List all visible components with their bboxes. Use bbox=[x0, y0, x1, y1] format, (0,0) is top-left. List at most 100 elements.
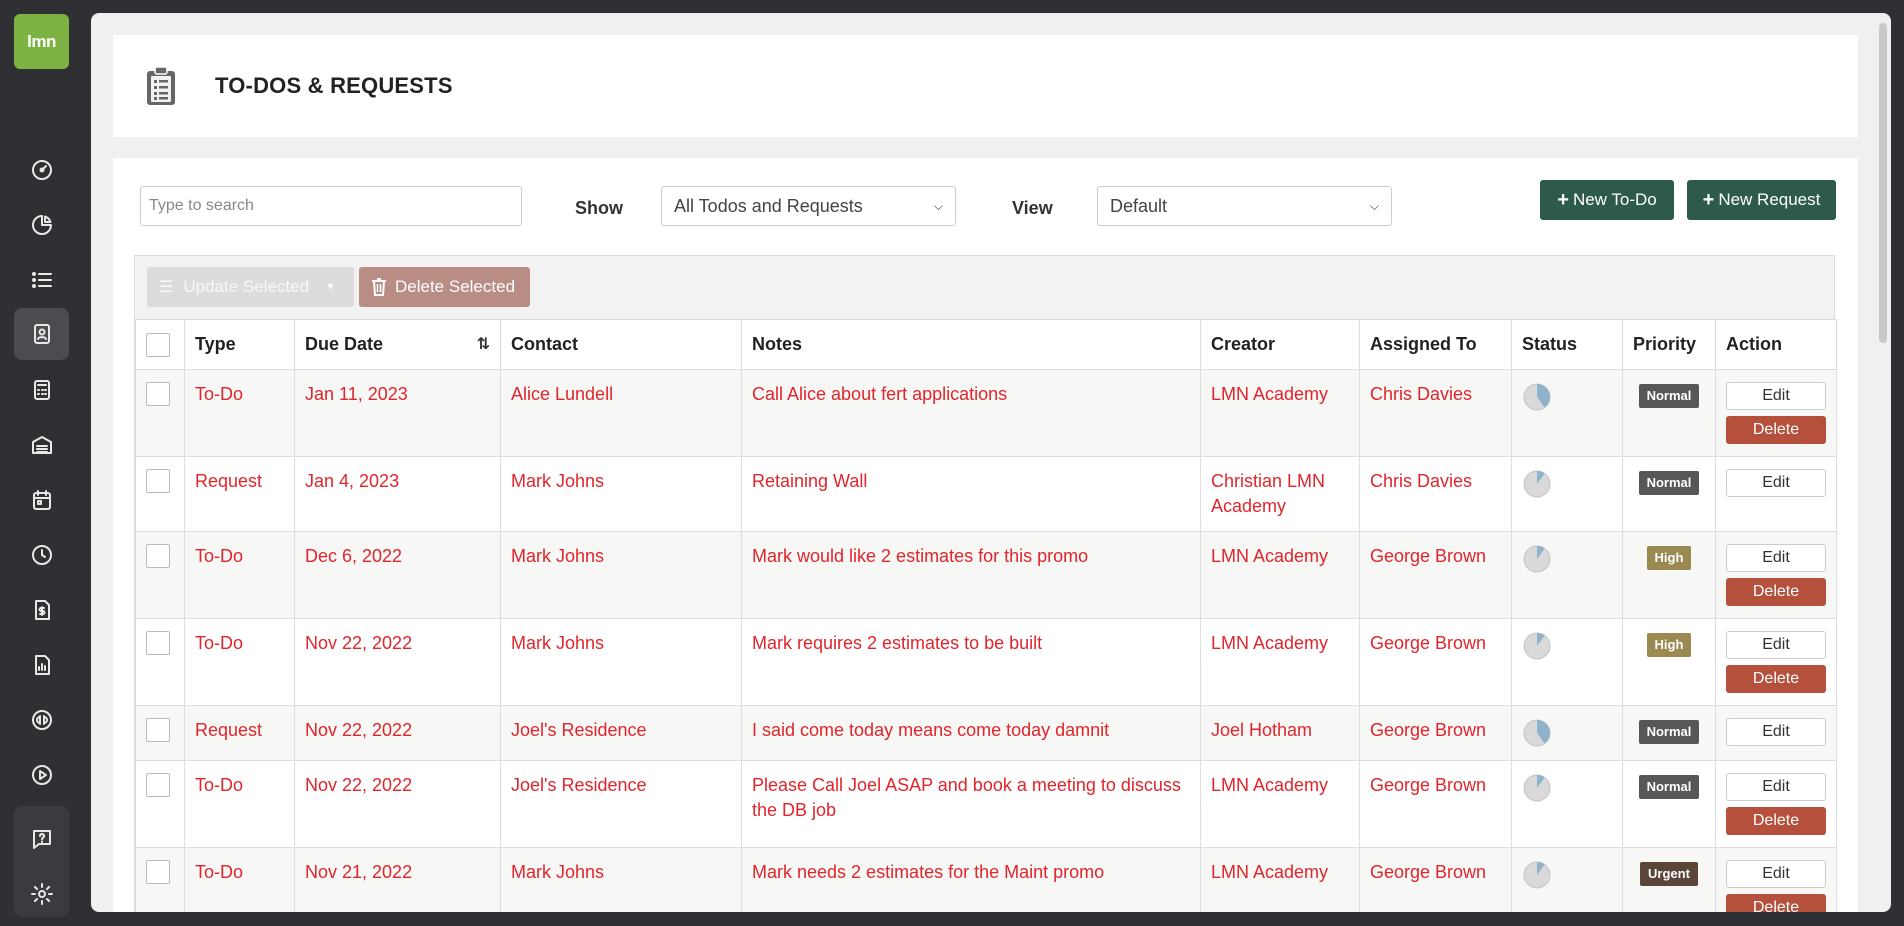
table-row[interactable]: To-Do Nov 21, 2022 Mark Johns Mark needs 2 … bbox=[135, 847, 1837, 912]
due-date-cell[interactable]: Nov 22, 2022 bbox=[294, 705, 501, 761]
assigned-to-cell[interactable]: Chris Davies bbox=[1359, 369, 1512, 457]
calculator-icon[interactable] bbox=[14, 364, 69, 416]
due-date-cell[interactable]: Nov 22, 2022 bbox=[294, 618, 501, 706]
type-cell[interactable]: Request bbox=[184, 705, 295, 761]
table-row[interactable]: To-Do Jan 11, 2023 Alice Lundell Call Alice… bbox=[135, 369, 1837, 457]
warehouse-icon[interactable] bbox=[14, 419, 69, 471]
notes-cell[interactable]: Mark would like 2 estimates for this pro… bbox=[741, 531, 1201, 619]
status-pie-icon[interactable] bbox=[1522, 544, 1552, 574]
notes-cell[interactable]: I said come today means come today damni… bbox=[741, 705, 1201, 761]
creator-cell[interactable]: LMN Academy bbox=[1200, 760, 1360, 848]
quickbooks-icon[interactable] bbox=[14, 694, 69, 746]
assigned-to-cell[interactable]: George Brown bbox=[1359, 531, 1512, 619]
notes-cell[interactable]: Mark needs 2 estimates for the Maint pro… bbox=[741, 847, 1201, 912]
new-request-button[interactable]: + New Request bbox=[1687, 180, 1836, 220]
settings-icon[interactable] bbox=[14, 868, 69, 920]
creator-cell[interactable]: LMN Academy bbox=[1200, 618, 1360, 706]
help-icon[interactable] bbox=[14, 813, 69, 865]
col-due-date[interactable]: Due Date ⇅ bbox=[294, 319, 501, 370]
assigned-to-cell[interactable]: Chris Davies bbox=[1359, 456, 1512, 532]
pie-chart-icon[interactable] bbox=[14, 199, 69, 251]
assigned-to-cell[interactable]: George Brown bbox=[1359, 705, 1512, 761]
due-date-cell[interactable]: Jan 11, 2023 bbox=[294, 369, 501, 457]
sort-ascending-icon[interactable]: ⇅ bbox=[477, 334, 490, 354]
row-checkbox[interactable] bbox=[146, 544, 170, 568]
status-pie-icon[interactable] bbox=[1522, 718, 1552, 748]
delete-button[interactable]: Delete bbox=[1726, 807, 1826, 835]
delete-selected-button[interactable]: Delete Selected bbox=[359, 267, 530, 307]
status-pie-icon[interactable] bbox=[1522, 631, 1552, 661]
edit-button[interactable]: Edit bbox=[1726, 544, 1826, 572]
creator-cell[interactable]: LMN Academy bbox=[1200, 369, 1360, 457]
assigned-to-cell[interactable]: George Brown bbox=[1359, 760, 1512, 848]
col-contact[interactable]: Contact bbox=[500, 319, 742, 370]
calendar-icon[interactable] bbox=[14, 474, 69, 526]
status-pie-icon[interactable] bbox=[1522, 773, 1552, 803]
lmn-logo[interactable]: lmn bbox=[14, 14, 69, 69]
col-assigned-to[interactable]: Assigned To bbox=[1359, 319, 1512, 370]
row-checkbox[interactable] bbox=[146, 631, 170, 655]
due-date-cell[interactable]: Nov 22, 2022 bbox=[294, 760, 501, 848]
contact-card-icon[interactable] bbox=[14, 308, 69, 360]
contact-cell[interactable]: Mark Johns bbox=[500, 618, 742, 706]
type-cell[interactable]: To-Do bbox=[184, 760, 295, 848]
row-checkbox[interactable] bbox=[146, 718, 170, 742]
type-cell[interactable]: To-Do bbox=[184, 531, 295, 619]
delete-button[interactable]: Delete bbox=[1726, 894, 1826, 912]
row-checkbox[interactable] bbox=[146, 773, 170, 797]
col-creator[interactable]: Creator bbox=[1200, 319, 1360, 370]
show-select[interactable]: All Todos and Requests ⌵ bbox=[661, 186, 956, 226]
due-date-cell[interactable]: Jan 4, 2023 bbox=[294, 456, 501, 532]
list-icon[interactable] bbox=[14, 254, 69, 306]
due-date-cell[interactable]: Nov 21, 2022 bbox=[294, 847, 501, 912]
row-checkbox[interactable] bbox=[146, 469, 170, 493]
col-priority[interactable]: Priority bbox=[1622, 319, 1716, 370]
status-pie-icon[interactable] bbox=[1522, 382, 1552, 412]
row-checkbox[interactable] bbox=[146, 382, 170, 406]
search-input[interactable] bbox=[140, 186, 522, 226]
delete-button[interactable]: Delete bbox=[1726, 665, 1826, 693]
col-notes[interactable]: Notes bbox=[741, 319, 1201, 370]
due-date-cell[interactable]: Dec 6, 2022 bbox=[294, 531, 501, 619]
delete-button[interactable]: Delete bbox=[1726, 416, 1826, 444]
contact-cell[interactable]: Mark Johns bbox=[500, 456, 742, 532]
scrollbar[interactable] bbox=[1879, 23, 1887, 343]
status-pie-icon[interactable] bbox=[1522, 860, 1552, 890]
notes-cell[interactable]: Retaining Wall bbox=[741, 456, 1201, 532]
type-cell[interactable]: To-Do bbox=[184, 847, 295, 912]
update-selected-button[interactable]: ☰ Update Selected ▼ bbox=[147, 267, 354, 307]
type-cell[interactable]: To-Do bbox=[184, 618, 295, 706]
edit-button[interactable]: Edit bbox=[1726, 860, 1826, 888]
creator-cell[interactable]: LMN Academy bbox=[1200, 847, 1360, 912]
col-status[interactable]: Status bbox=[1511, 319, 1623, 370]
creator-cell[interactable]: LMN Academy bbox=[1200, 531, 1360, 619]
new-todo-button[interactable]: + New To-Do bbox=[1540, 180, 1674, 220]
edit-button[interactable]: Edit bbox=[1726, 773, 1826, 801]
play-icon[interactable] bbox=[14, 749, 69, 801]
table-row[interactable]: Request Nov 22, 2022 Joel's Residence I sai… bbox=[135, 705, 1837, 761]
select-all-checkbox[interactable] bbox=[146, 332, 170, 357]
assigned-to-cell[interactable]: George Brown bbox=[1359, 618, 1512, 706]
contact-cell[interactable]: Mark Johns bbox=[500, 531, 742, 619]
creator-cell[interactable]: Joel Hotham bbox=[1200, 705, 1360, 761]
type-cell[interactable]: To-Do bbox=[184, 369, 295, 457]
notes-cell[interactable]: Mark requires 2 estimates to be built bbox=[741, 618, 1201, 706]
report-icon[interactable] bbox=[14, 639, 69, 691]
edit-button[interactable]: Edit bbox=[1726, 469, 1826, 497]
contact-cell[interactable]: Joel's Residence bbox=[500, 760, 742, 848]
clock-icon[interactable] bbox=[14, 529, 69, 581]
notes-cell[interactable]: Call Alice about fert applications bbox=[741, 369, 1201, 457]
assigned-to-cell[interactable]: George Brown bbox=[1359, 847, 1512, 912]
table-row[interactable]: To-Do Nov 22, 2022 Mark Johns Mark requires… bbox=[135, 618, 1837, 706]
contact-cell[interactable]: Joel's Residence bbox=[500, 705, 742, 761]
table-row[interactable]: To-Do Nov 22, 2022 Joel's Residence Please … bbox=[135, 760, 1837, 848]
edit-button[interactable]: Edit bbox=[1726, 718, 1826, 746]
delete-button[interactable]: Delete bbox=[1726, 578, 1826, 606]
contact-cell[interactable]: Mark Johns bbox=[500, 847, 742, 912]
edit-button[interactable]: Edit bbox=[1726, 382, 1826, 410]
view-select[interactable]: Default ⌵ bbox=[1097, 186, 1392, 226]
dashboard-icon[interactable] bbox=[14, 144, 69, 196]
contact-cell[interactable]: Alice Lundell bbox=[500, 369, 742, 457]
table-row[interactable]: Request Jan 4, 2023 Mark Johns Retaining Wa… bbox=[135, 456, 1837, 532]
type-cell[interactable]: Request bbox=[184, 456, 295, 532]
